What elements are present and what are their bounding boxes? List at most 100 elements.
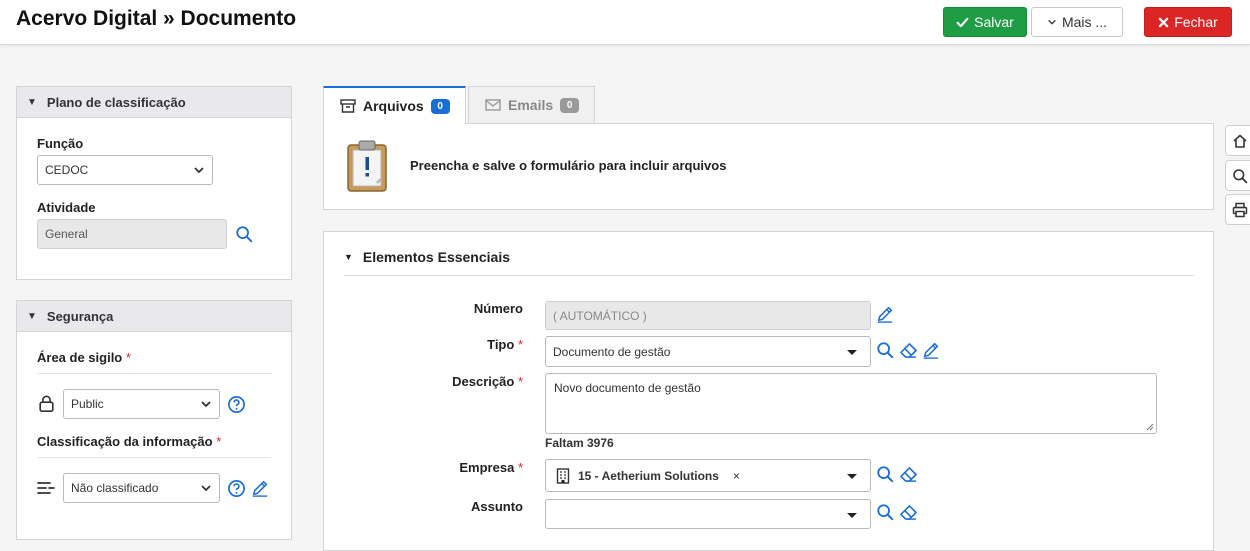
descricao-value: Novo documento de gestão xyxy=(554,381,701,395)
sigilo-label: Área de sigilo * xyxy=(37,350,131,365)
check-icon xyxy=(956,17,969,27)
atividade-label: Atividade xyxy=(37,200,96,215)
more-button[interactable]: Mais ... xyxy=(1031,7,1123,37)
resize-handle-icon[interactable] xyxy=(1146,423,1154,431)
files-empty-message: Preencha e salve o formulário para inclu… xyxy=(410,158,727,173)
collapse-triangle-icon: ▼ xyxy=(27,310,37,322)
security-panel: ▼ Segurança Área de sigilo * Public Clas… xyxy=(16,300,292,540)
tipo-eraser-icon[interactable] xyxy=(898,340,918,360)
classificacao-select-value: Não classificado xyxy=(71,481,159,495)
save-button-label: Salvar xyxy=(974,14,1014,30)
classification-panel-header[interactable]: ▼ Plano de classificação xyxy=(17,87,291,118)
atividade-search-icon[interactable] xyxy=(234,224,254,244)
save-button[interactable]: Salvar xyxy=(943,7,1027,37)
tab-emails-label: Emails xyxy=(508,97,554,113)
caret-down-icon xyxy=(847,350,857,355)
classificacao-help-icon[interactable] xyxy=(226,478,246,498)
close-icon xyxy=(1158,17,1169,27)
collapse-triangle-icon: ▼ xyxy=(344,252,353,262)
atividade-field: General xyxy=(37,219,227,249)
text-lines-icon xyxy=(37,478,55,498)
essential-panel: ▼ Elementos Essenciais Número ( AUTOMÁTI… xyxy=(323,231,1214,551)
numero-edit-pencil-icon[interactable] xyxy=(875,304,895,324)
sigilo-select-value: Public xyxy=(71,397,104,411)
tab-arquivos-count: 0 xyxy=(430,98,450,114)
lock-icon xyxy=(37,394,55,414)
chevron-down-icon xyxy=(201,401,211,408)
tipo-label: Tipo * xyxy=(487,337,523,352)
security-panel-title: Segurança xyxy=(46,308,114,324)
classification-panel: ▼ Plano de classificação Função CEDOC At… xyxy=(16,86,292,280)
divider xyxy=(37,373,271,374)
classificacao-label-text: Classificação da informação xyxy=(37,434,213,449)
caret-down-icon xyxy=(847,513,857,518)
required-mark: * xyxy=(125,350,131,365)
empresa-label: Empresa * xyxy=(459,460,523,475)
required-mark: * xyxy=(517,374,523,389)
empresa-select-value: 15 - Aetherium Solutions xyxy=(578,468,719,483)
tipo-label-text: Tipo xyxy=(487,337,515,352)
tab-arquivos[interactable]: Arquivos 0 xyxy=(323,86,466,124)
descricao-char-count: Faltam 3976 xyxy=(545,436,614,450)
tab-emails-count: 0 xyxy=(560,97,580,113)
classification-panel-title: Plano de classificação xyxy=(46,94,186,110)
funcao-select[interactable]: CEDOC xyxy=(37,155,213,185)
assunto-eraser-icon[interactable] xyxy=(898,502,918,522)
sigilo-select[interactable]: Public xyxy=(63,389,220,419)
home-icon xyxy=(1233,134,1247,148)
tipo-search-icon[interactable] xyxy=(875,340,895,360)
classificacao-select[interactable]: Não classificado xyxy=(63,473,220,503)
chevron-down-icon xyxy=(1048,19,1056,25)
classificacao-label: Classificação da informação * xyxy=(37,434,221,449)
funcao-select-value: CEDOC xyxy=(45,163,89,177)
edit-pencil-icon[interactable] xyxy=(250,478,270,498)
descricao-textarea[interactable]: Novo documento de gestão xyxy=(545,373,1157,434)
divider xyxy=(37,457,271,458)
empresa-remove-icon[interactable]: × xyxy=(733,469,740,483)
collapse-triangle-icon: ▼ xyxy=(27,96,37,108)
assunto-search-icon[interactable] xyxy=(875,502,895,522)
chevron-down-icon xyxy=(194,167,204,174)
archive-icon xyxy=(340,99,356,113)
funcao-label: Função xyxy=(37,136,84,151)
empresa-label-text: Empresa xyxy=(459,460,515,475)
divider xyxy=(344,275,1194,276)
search-button[interactable] xyxy=(1225,160,1250,191)
home-button[interactable] xyxy=(1225,125,1250,156)
caret-down-icon xyxy=(847,474,857,479)
empresa-select[interactable]: 15 - Aetherium Solutions × xyxy=(545,459,871,492)
empresa-eraser-icon[interactable] xyxy=(898,464,918,484)
atividade-value: General xyxy=(45,227,88,241)
search-icon xyxy=(1233,168,1248,183)
close-button-label: Fechar xyxy=(1174,14,1218,30)
sigilo-label-text: Área de sigilo xyxy=(37,350,123,365)
chevron-down-icon xyxy=(201,485,211,492)
sigilo-help-icon[interactable] xyxy=(226,394,246,414)
assunto-select[interactable] xyxy=(545,499,871,529)
top-bar: Acervo Digital » Documento Salvar Mais .… xyxy=(0,0,1250,45)
print-button[interactable] xyxy=(1225,194,1250,225)
required-mark: * xyxy=(517,460,523,475)
clipboard-warning-icon xyxy=(345,139,391,195)
close-button[interactable]: Fechar xyxy=(1144,7,1232,37)
numero-label: Número xyxy=(473,301,523,316)
required-mark: * xyxy=(517,337,523,352)
tab-emails[interactable]: Emails 0 xyxy=(468,86,595,124)
descricao-label: Descrição * xyxy=(452,374,523,389)
more-button-label: Mais ... xyxy=(1061,14,1108,30)
tipo-select[interactable]: Documento de gestão xyxy=(545,336,871,367)
tab-arquivos-label: Arquivos xyxy=(363,98,424,114)
building-icon xyxy=(556,467,570,484)
envelope-icon xyxy=(485,99,501,111)
numero-value: ( AUTOMÁTICO ) xyxy=(553,308,647,323)
files-panel: Preencha e salve o formulário para inclu… xyxy=(323,123,1214,210)
descricao-label-text: Descrição xyxy=(452,374,515,389)
numero-field: ( AUTOMÁTICO ) xyxy=(545,301,871,330)
tipo-select-value: Documento de gestão xyxy=(553,344,671,359)
security-panel-header[interactable]: ▼ Segurança xyxy=(17,301,291,332)
empresa-search-icon[interactable] xyxy=(875,464,895,484)
printer-icon xyxy=(1232,202,1248,217)
essential-panel-header[interactable]: ▼ Elementos Essenciais xyxy=(344,249,510,265)
tipo-edit-pencil-icon[interactable] xyxy=(921,340,941,360)
required-mark: * xyxy=(216,434,222,449)
